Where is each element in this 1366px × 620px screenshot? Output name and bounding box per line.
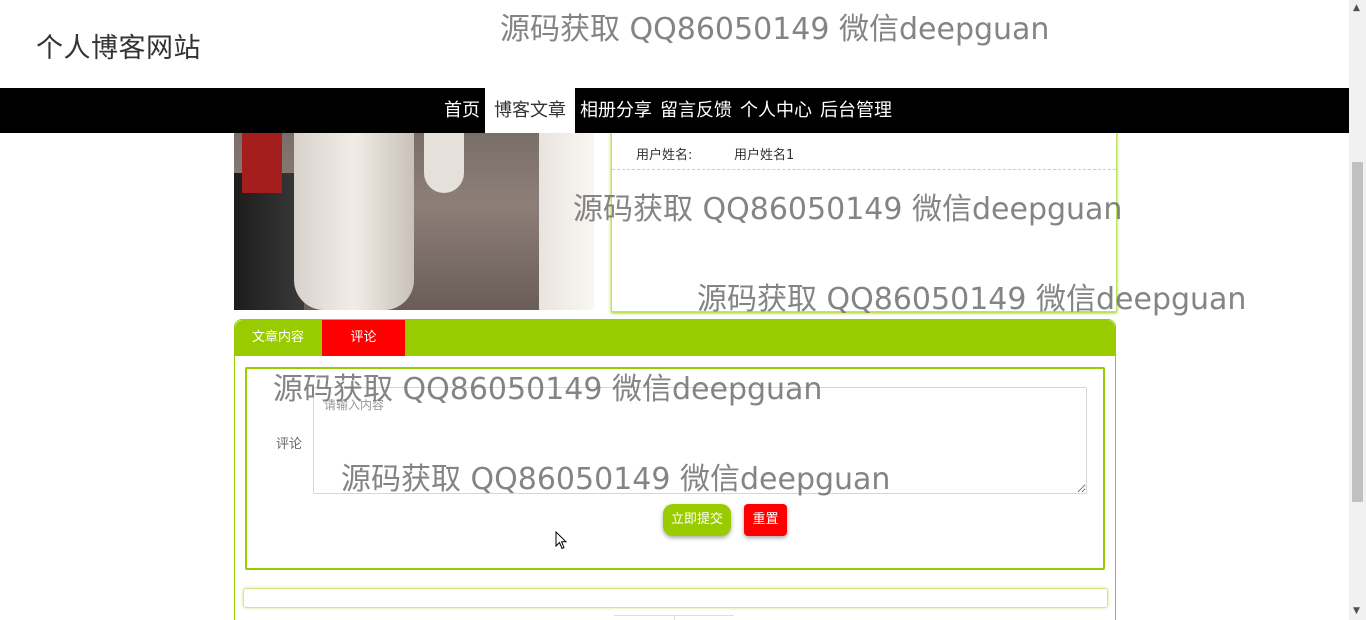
nav-item-profile[interactable]: 个人中心: [736, 88, 816, 133]
page-scrollbar[interactable]: ▲ ▼: [1349, 0, 1366, 620]
user-name-value: 用户姓名1: [734, 148, 795, 163]
nav-items: 首页 博客文章 相册分享 留言反馈 个人中心 后台管理: [440, 88, 896, 133]
comment-list: [243, 588, 1108, 608]
image-figure-white: [294, 133, 414, 310]
image-figure-right: [539, 133, 594, 310]
site-header: 个人博客网站: [0, 0, 1349, 88]
comment-textarea[interactable]: [313, 387, 1087, 494]
comment-form: 评论 立即提交 重置: [245, 367, 1105, 570]
main-nav: 首页 博客文章 相册分享 留言反馈 个人中心 后台管理: [0, 88, 1349, 133]
pagination-divider: [674, 616, 675, 620]
tabs-panel: 文章内容 评论 评论 立即提交 重置: [234, 319, 1116, 620]
scroll-down-arrow-icon[interactable]: ▼: [1353, 606, 1360, 616]
site-title: 个人博客网站: [36, 33, 201, 64]
comment-label: 评论: [276, 437, 303, 452]
scroll-up-arrow-icon[interactable]: ▲: [1353, 3, 1360, 13]
info-row-user: 用户姓名: 用户姓名1: [612, 135, 1116, 170]
nav-item-feedback[interactable]: 留言反馈: [656, 88, 736, 133]
image-figure-red: [242, 133, 282, 193]
tab-bar: 文章内容 评论: [235, 320, 1115, 356]
scrollbar-thumb[interactable]: [1352, 162, 1363, 502]
tab-comment[interactable]: 评论: [322, 320, 405, 356]
nav-item-blog[interactable]: 博客文章: [485, 88, 575, 133]
user-name-label: 用户姓名:: [636, 148, 693, 163]
tab-article-content[interactable]: 文章内容: [235, 320, 321, 356]
nav-item-album[interactable]: 相册分享: [576, 88, 656, 133]
image-figure-hand: [424, 133, 464, 193]
mouse-cursor-icon: [555, 531, 567, 550]
reset-button[interactable]: 重置: [744, 504, 787, 536]
nav-item-admin[interactable]: 后台管理: [816, 88, 896, 133]
submit-button[interactable]: 立即提交: [663, 504, 731, 536]
nav-item-home[interactable]: 首页: [440, 88, 484, 133]
article-cover-image: [234, 133, 594, 310]
pagination: [614, 615, 734, 620]
article-info-box: 用户姓名: 用户姓名1: [611, 120, 1117, 312]
